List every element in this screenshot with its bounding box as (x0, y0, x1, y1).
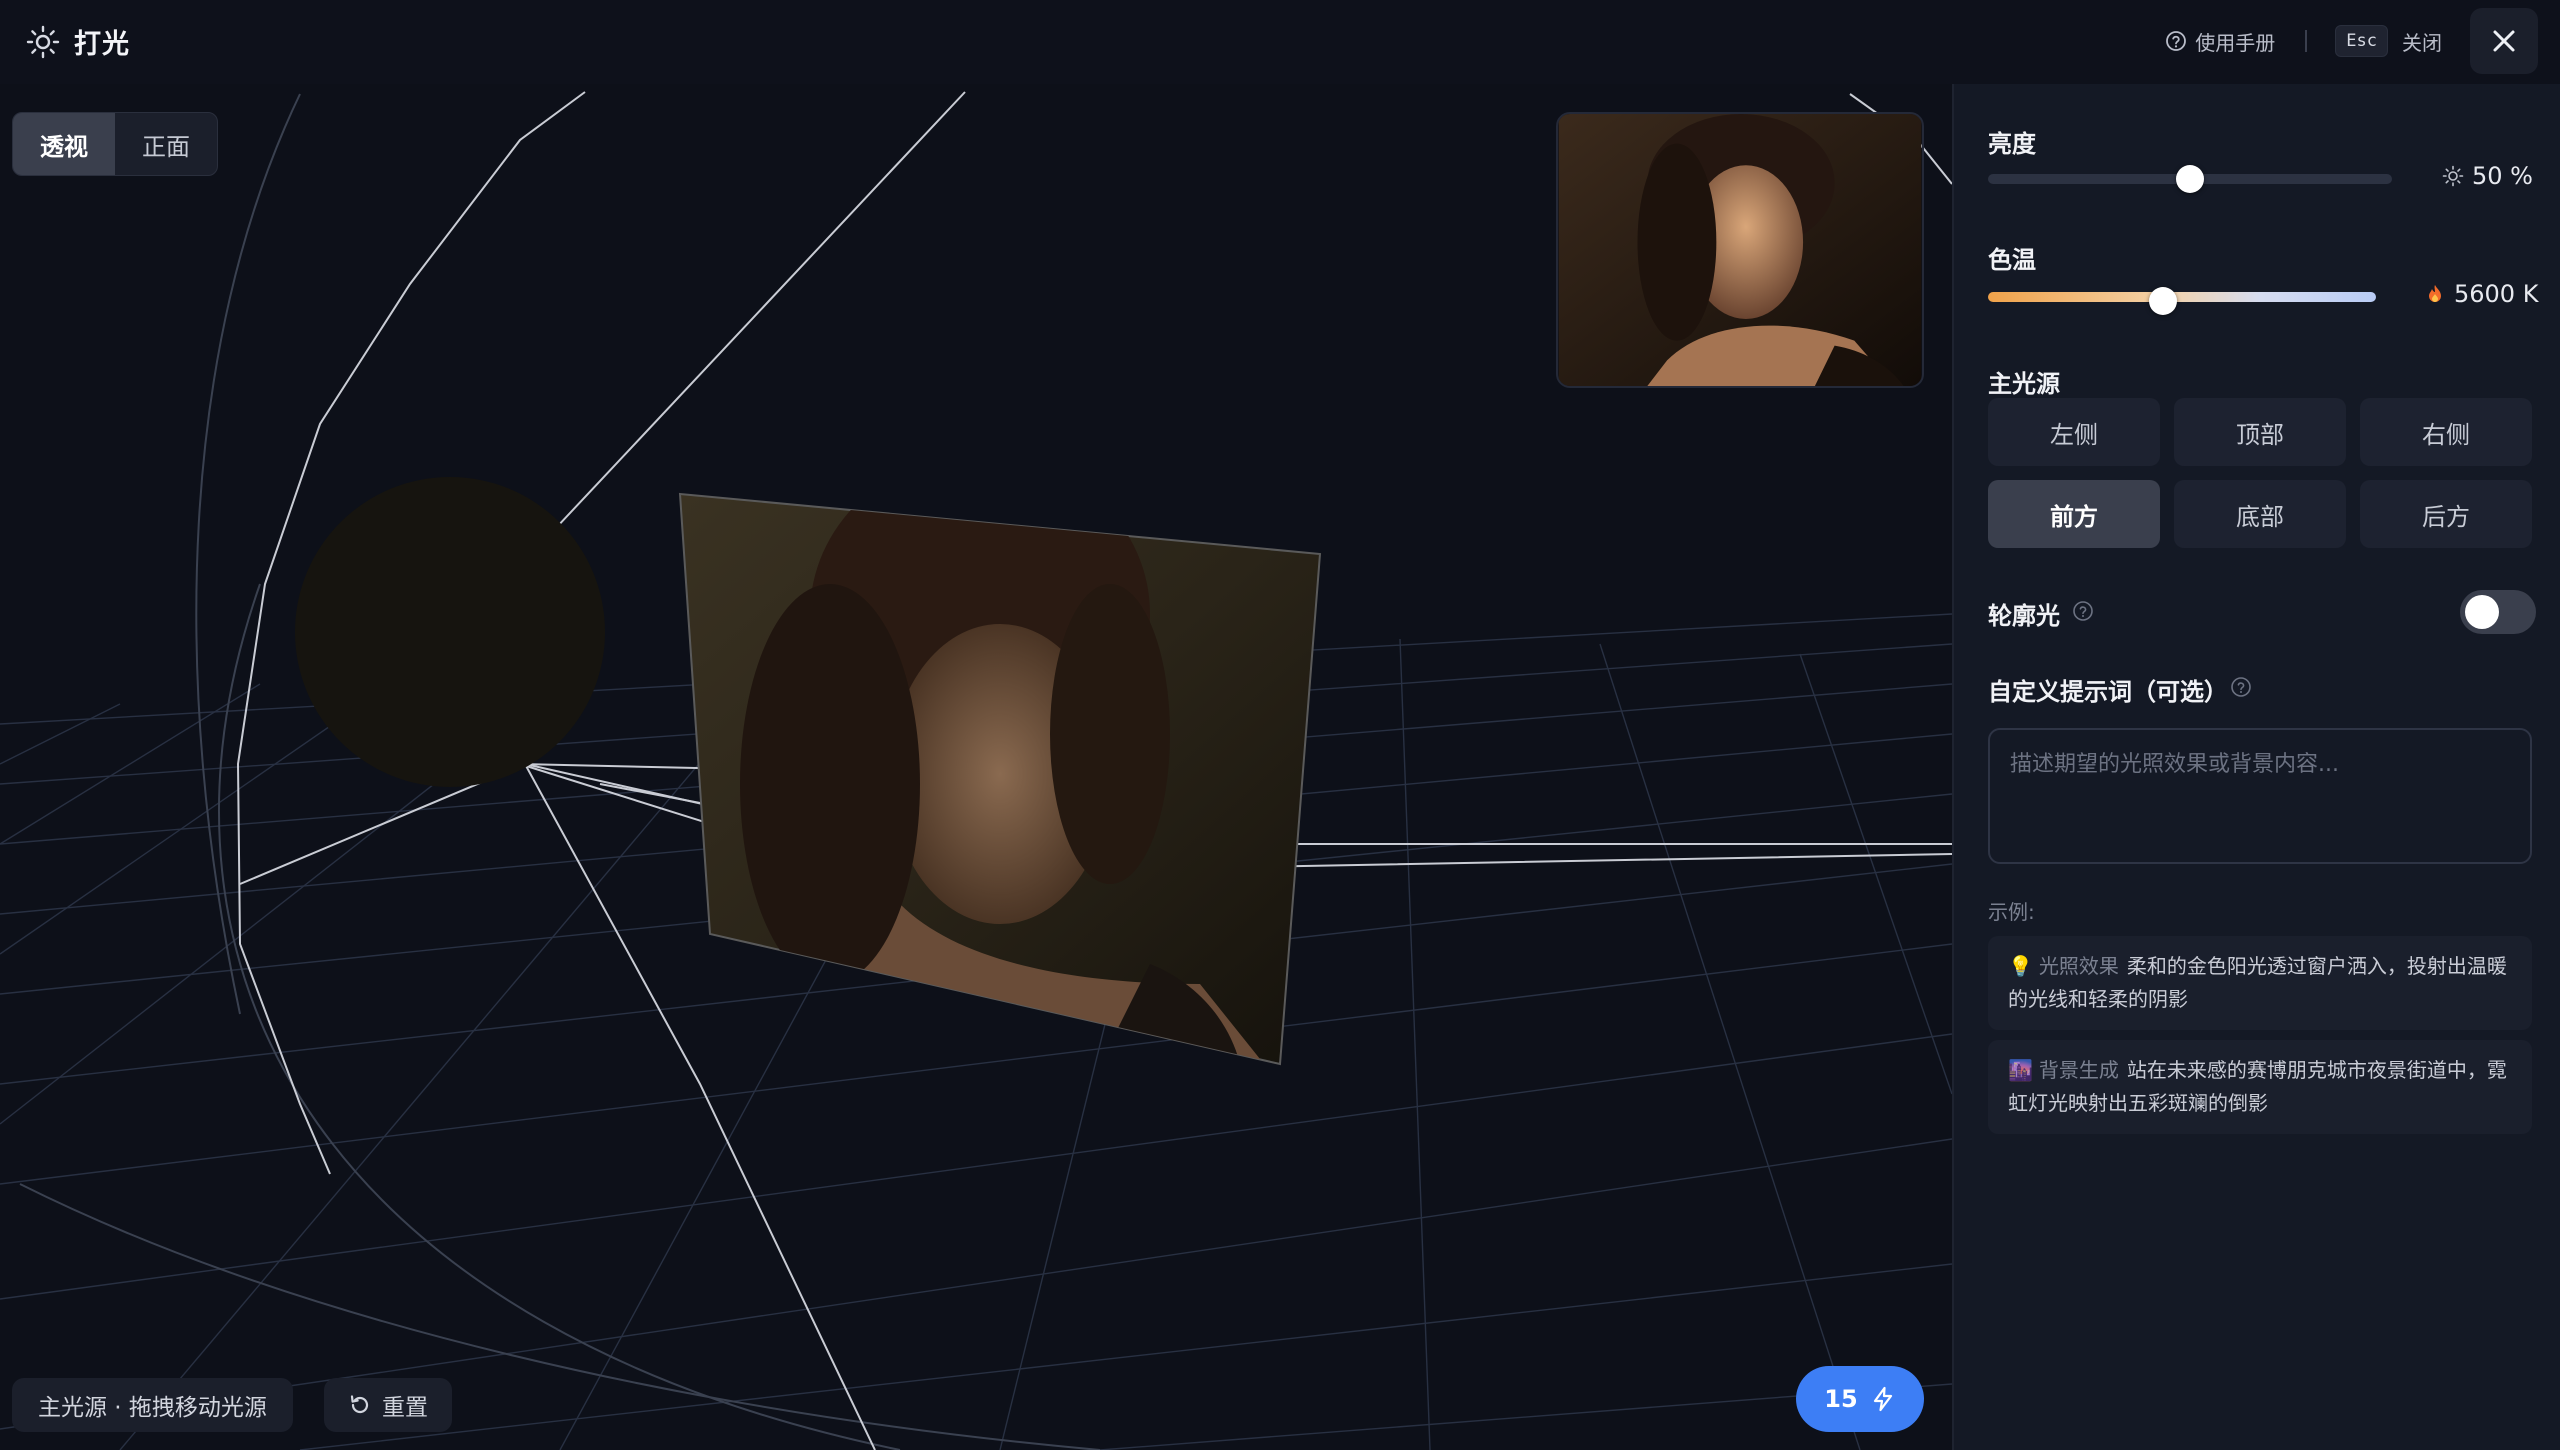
header-divider (2305, 30, 2308, 52)
lightning-icon (1873, 1386, 1892, 1412)
page-title: 打光 (74, 29, 130, 60)
example-card-background[interactable]: 🌆 背景生成 站在未来感的赛博朋克城市夜景街道中，霓虹灯光映射出五彩斑斓的倒影 (1988, 1040, 2532, 1134)
direction-front-button[interactable]: 前方 (1988, 480, 2160, 548)
credit-count: 15 (1824, 1385, 1858, 1413)
brightness-readout: 50 % (2442, 162, 2533, 190)
tab-perspective[interactable]: 透视 (13, 113, 115, 175)
example-tag: 背景生成 (2038, 1058, 2119, 1082)
reset-button[interactable]: 重置 (324, 1378, 452, 1432)
control-panel: 亮度 50 % 色温 5600 K 主光源 左侧 顶部 右侧 前方 底部 后方 … (1952, 84, 2560, 1450)
light-source-label: 主光源 (1988, 370, 2060, 398)
example-tag: 光照效果 (2038, 954, 2119, 978)
manual-link[interactable]: 使用手册 (2165, 27, 2275, 56)
close-button[interactable] (2470, 8, 2538, 74)
light-direction-grid: 左侧 顶部 右侧 前方 底部 后方 (1988, 398, 2532, 548)
reset-label: 重置 (382, 1395, 428, 1421)
color-temp-readout: 5600 K (2424, 280, 2538, 308)
brightness-slider-thumb[interactable] (2176, 165, 2204, 193)
portrait-plane (678, 492, 1322, 1066)
brightness-value: 50 % (2472, 162, 2533, 190)
tab-front[interactable]: 正面 (115, 113, 217, 175)
direction-bottom-button[interactable]: 底部 (2174, 480, 2346, 548)
color-temp-label: 色温 (1988, 246, 2036, 274)
color-temp-slider-track[interactable] (1988, 292, 2376, 302)
direction-back-button[interactable]: 后方 (2360, 480, 2532, 548)
rim-light-toggle[interactable] (2460, 590, 2536, 634)
header-actions: 使用手册 Esc 关闭 (2165, 8, 2538, 74)
esc-key-hint: Esc (2335, 25, 2388, 57)
preview-image (1558, 114, 1922, 386)
close-label: 关闭 (2402, 30, 2442, 55)
prompt-textarea[interactable] (1988, 728, 2532, 864)
cityscape-icon: 🌆 (2008, 1058, 2033, 1082)
rim-light-label: 轮廓光 (1988, 602, 2060, 630)
3d-viewport[interactable]: 透视 正面 主光源 · 拖拽移动光源 重置 15 (0, 84, 1952, 1450)
lighting-app: 打光 使用手册 Esc 关闭 透视 正面 主光源 · 拖拽移动光源 重置 15 … (0, 0, 2560, 1450)
lightbulb-icon: 💡 (2008, 954, 2033, 978)
header-bar: 打光 使用手册 Esc 关闭 (0, 0, 2560, 84)
direction-right-button[interactable]: 右侧 (2360, 398, 2532, 466)
color-temp-slider-thumb[interactable] (2148, 287, 2177, 315)
direction-top-button[interactable]: 顶部 (2174, 398, 2346, 466)
question-icon (2166, 31, 2187, 51)
manual-label: 使用手册 (2195, 30, 2276, 55)
generate-button[interactable]: 15 (1796, 1366, 1924, 1432)
rim-light-help-icon[interactable] (2072, 600, 2094, 622)
close-icon (2493, 30, 2515, 52)
examples-label: 示例: (1988, 900, 2035, 924)
view-toggle: 透视 正面 (12, 112, 218, 176)
light-source-sphere (295, 477, 605, 787)
brightness-label: 亮度 (1988, 130, 2036, 158)
direction-left-button[interactable]: 左侧 (1988, 398, 2160, 466)
reset-icon (350, 1395, 369, 1414)
sun-small-icon (2442, 165, 2464, 187)
sun-icon (26, 25, 60, 58)
color-temp-value: 5600 K (2454, 280, 2539, 308)
toggle-knob (2465, 595, 2499, 629)
prompt-label: 自定义提示词（可选） (1988, 678, 2228, 706)
flame-icon (2429, 285, 2441, 302)
preview-thumbnail[interactable] (1556, 112, 1924, 388)
title-group: 打光 (26, 22, 130, 61)
example-card-lighting[interactable]: 💡 光照效果 柔和的金色阳光透过窗户洒入，投射出温暖的光线和轻柔的阴影 (1988, 936, 2532, 1030)
prompt-help-icon[interactable] (2230, 676, 2252, 698)
status-pill: 主光源 · 拖拽移动光源 (12, 1378, 293, 1432)
